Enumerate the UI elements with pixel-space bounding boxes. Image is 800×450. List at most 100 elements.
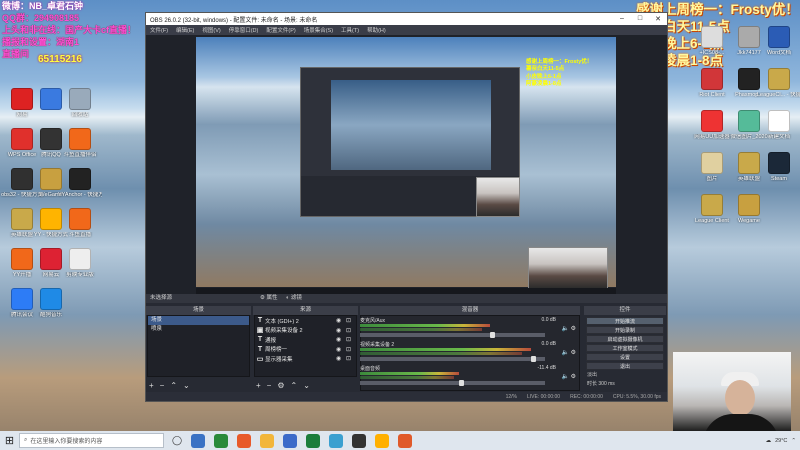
windows-start-icon[interactable]: ⊞ — [0, 434, 19, 447]
desktop-icon[interactable]: 剪映专业版 — [58, 248, 102, 278]
app-icon — [40, 288, 62, 310]
menu-tools[interactable]: 工具(T) — [341, 26, 359, 34]
desktop-icon[interactable]: Wegame — [727, 194, 771, 224]
lock-icon[interactable]: ⊡ — [346, 355, 356, 362]
gear-icon[interactable]: ⚙ — [277, 381, 284, 390]
source-name: 文本 (GDI+) 2 — [265, 318, 299, 325]
taskbar-app-icon[interactable] — [398, 433, 413, 448]
maximize-icon[interactable]: □ — [631, 15, 649, 23]
lock-icon[interactable]: ⊡ — [346, 317, 356, 324]
filters-button[interactable]: ◐ 滤镜 — [286, 294, 302, 303]
preview-capture: 感谢上周榜一：Frosty优！ 薯奈白天11-5点 小皮晚上6-1点 阿豪凌晨1… — [196, 37, 616, 289]
taskbar-app-icon[interactable] — [191, 433, 206, 448]
rec-time: REC: 00:00:00 — [570, 393, 603, 400]
down-icon[interactable]: ⌄ — [183, 381, 190, 390]
eye-icon[interactable]: ◉ — [336, 346, 346, 353]
lock-icon[interactable]: ⊡ — [346, 336, 356, 343]
desktop-icon[interactable]: 新建文档 — [757, 110, 800, 140]
fader-knob[interactable] — [531, 356, 536, 362]
taskbar-app-icon[interactable] — [260, 433, 275, 448]
scene-item[interactable]: 喷泉 — [148, 325, 249, 334]
scenes-list[interactable]: 场景 喷泉 — [147, 315, 250, 377]
control-button[interactable]: 开始推流 — [586, 317, 664, 325]
up-icon[interactable]: ⌃ — [291, 381, 298, 390]
eye-icon[interactable]: ◉ — [336, 355, 346, 362]
menu-scene-collection[interactable]: 场景集合(S) — [304, 26, 333, 34]
control-button[interactable]: 设置 — [586, 353, 664, 361]
add-icon[interactable]: + — [149, 381, 154, 390]
duration-field[interactable]: 时长 300 ms — [587, 380, 615, 387]
minimize-icon[interactable]: – — [613, 15, 631, 23]
source-type-icon: ▣ — [256, 327, 264, 335]
fader-knob[interactable] — [459, 380, 464, 386]
app-icon — [69, 248, 91, 270]
obs-titlebar[interactable]: OBS 26.0.2 (32-bit, windows) - 配置文件: 未命名… — [146, 13, 667, 25]
taskbar-app-icon[interactable] — [306, 433, 321, 448]
close-icon[interactable]: ✕ — [649, 15, 667, 23]
control-button[interactable]: 启动虚拟摄像机 — [586, 335, 664, 343]
eye-icon[interactable]: ◉ — [336, 317, 346, 324]
scene-item[interactable]: 场景 — [148, 316, 249, 325]
menu-help[interactable]: 帮助(H) — [367, 26, 386, 34]
source-item[interactable]: T 通报 ◉ ⊡ — [255, 335, 356, 345]
source-item[interactable]: ▣ 视频采集设备 2 ◉ ⊡ — [255, 326, 356, 336]
volume-fader[interactable] — [360, 380, 545, 386]
taskbar-app-icon[interactable] — [329, 433, 344, 448]
desktop-icon[interactable]: 回收站 — [58, 88, 102, 118]
add-icon[interactable]: + — [256, 381, 261, 390]
chevron-up-icon[interactable]: ⌃ — [791, 438, 796, 444]
volume-fader[interactable] — [360, 356, 545, 362]
app-icon — [701, 110, 723, 132]
taskbar-app-icon[interactable] — [237, 433, 252, 448]
source-item[interactable]: T 周榜榜一 ◉ ⊡ — [255, 345, 356, 355]
source-item[interactable]: T 文本 (GDI+) 2 ◉ ⊡ — [255, 316, 356, 326]
eye-icon[interactable]: ◉ — [336, 336, 346, 343]
control-button[interactable]: 开始录制 — [586, 326, 664, 334]
search-icon: ⌕ — [24, 437, 28, 443]
gear-icon[interactable]: ⚙ — [571, 374, 576, 380]
obs-window[interactable]: OBS 26.0.2 (32-bit, windows) - 配置文件: 未命名… — [145, 12, 668, 402]
down-icon[interactable]: ⌄ — [303, 381, 310, 390]
properties-button[interactable]: ⚙ 属性 — [260, 294, 277, 303]
taskbar-app-icon[interactable] — [352, 433, 367, 448]
menu-file[interactable]: 文件(F) — [150, 26, 168, 34]
speaker-icon[interactable]: 🔈 — [561, 374, 568, 380]
desktop-icon[interactable]: LeagueCl... - 快捷方式 — [757, 68, 800, 98]
task-view-icon[interactable]: ◯ — [172, 435, 182, 446]
transition-select[interactable]: 淡出 — [587, 371, 597, 378]
remove-icon[interactable]: − — [160, 381, 165, 390]
menu-profile[interactable]: 配置文件(P) — [266, 26, 295, 34]
obs-preview[interactable]: 感谢上周榜一：Frosty优！ 薯奈白天11-5点 小皮晚上6-1点 阿豪凌晨1… — [146, 35, 667, 294]
desktop-icon[interactable]: Steam — [757, 152, 800, 182]
nested-webcam — [476, 177, 520, 217]
lock-icon[interactable]: ⊡ — [346, 327, 356, 334]
menu-view[interactable]: 视图(V) — [202, 26, 220, 34]
fader-knob[interactable] — [489, 332, 495, 338]
gear-icon[interactable]: ⚙ — [571, 350, 576, 356]
control-button[interactable]: 工作室模式 — [586, 344, 664, 352]
taskbar-app-icon[interactable] — [283, 433, 298, 448]
control-button[interactable]: 退出 — [586, 362, 664, 370]
desktop-icon-label: 回收站 — [71, 112, 89, 118]
sources-list[interactable]: T 文本 (GDI+) 2 ◉ ⊡ ▣ 视频采集设备 2 ◉ ⊡ T 通报 ◉ ⊡ T 周榜榜一 ◉ ⊡ ▭ 显示… — [254, 315, 357, 377]
remove-icon[interactable]: − — [267, 381, 272, 390]
desktop-icon[interactable]: Word文档 — [757, 26, 800, 56]
taskbar-search-box[interactable]: ⌕ 在这里输入你要搜索的内容 — [19, 433, 164, 448]
desktop-icon[interactable]: 斗鱼直播伴侣 — [58, 128, 102, 158]
cloud-icon[interactable]: ☁ — [766, 438, 772, 444]
gear-icon[interactable]: ⚙ — [571, 326, 576, 332]
volume-fader[interactable] — [360, 332, 545, 338]
desktop-icon[interactable]: YYAnchor - 快捷方式 — [58, 168, 102, 198]
eye-icon[interactable]: ◉ — [336, 327, 346, 334]
up-icon[interactable]: ⌃ — [170, 381, 177, 390]
menu-docks[interactable]: 停靠窗口(D) — [229, 26, 259, 34]
lock-icon[interactable]: ⊡ — [346, 346, 356, 353]
taskbar-app-icon[interactable] — [214, 433, 229, 448]
speaker-icon[interactable]: 🔈 — [561, 326, 568, 332]
desktop-icon[interactable]: 酷狗音乐 — [29, 288, 73, 318]
menu-edit[interactable]: 编辑(E) — [176, 26, 194, 34]
speaker-icon[interactable]: 🔈 — [561, 350, 568, 356]
desktop-icon[interactable]: 斗鱼直播 — [58, 208, 102, 238]
taskbar-app-icon[interactable] — [375, 433, 390, 448]
source-item[interactable]: ▭ 显示器采集 ◉ ⊡ — [255, 354, 356, 364]
